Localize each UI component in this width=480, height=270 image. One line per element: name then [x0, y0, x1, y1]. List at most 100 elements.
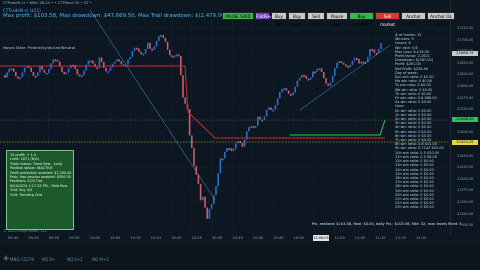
sell-grid-button[interactable]: Sell grid	[307, 12, 325, 27]
renko-brick	[19, 77, 21, 80]
renko-brick	[193, 148, 195, 166]
renko-brick	[89, 60, 92, 63]
renko-brick	[210, 203, 213, 209]
renko-brick	[17, 76, 19, 79]
renko-brick	[296, 80, 299, 87]
renko-brick	[169, 49, 171, 56]
buy-market-button[interactable]: Buy market	[349, 12, 374, 27]
renko-brick	[274, 105, 277, 110]
renko-brick	[103, 62, 105, 68]
renko-brick	[136, 47, 138, 50]
time-tick-label: 10:35	[232, 236, 243, 240]
renko-brick	[206, 207, 208, 219]
tab-nq-m5[interactable]: NQ M+5	[92, 257, 109, 262]
price-tick-label: 21550.00	[457, 107, 474, 112]
renko-brick	[105, 67, 107, 72]
renko-brick	[298, 77, 301, 81]
renko-brick	[213, 195, 215, 204]
time-tick-label: 09:45	[28, 236, 39, 240]
renko-brick	[224, 151, 226, 159]
renko-brick	[331, 75, 334, 83]
renko-brick	[129, 56, 131, 60]
renko-brick	[338, 61, 340, 64]
renko-brick	[353, 57, 356, 61]
renko-brick	[96, 67, 98, 70]
renko-brick	[281, 89, 283, 93]
renko-brick	[334, 68, 336, 76]
time-tick-label: 11:00	[334, 236, 345, 240]
renko-brick	[45, 72, 48, 75]
trend-line	[299, 44, 391, 111]
renko-brick	[305, 75, 307, 79]
time-axis[interactable]: 09:40 09:45 09:50 09:55 10:00 10:05 10:10 10:15…	[0, 235, 450, 245]
flatrev-button[interactable]: FlatRev	[255, 12, 272, 20]
renko-brick	[34, 75, 37, 78]
renko-brick	[356, 57, 358, 60]
sell-market-button[interactable]: Sell market	[375, 12, 400, 27]
renko-brick	[290, 93, 292, 96]
buy-ofs-button[interactable]: Buy Ofs	[271, 12, 287, 27]
renko-brick	[217, 173, 219, 186]
renko-brick	[56, 59, 59, 62]
pause-grid-button[interactable]: PAUSE GRID	[222, 12, 254, 20]
renko-brick	[21, 72, 24, 78]
tab-nq-0[interactable]: NQ 0+	[42, 257, 55, 262]
chart-tab-bar: MNQ-15278 NQ 0+ NQ 0+1 NQ M+5 ➕	[0, 245, 480, 270]
anchor-off-button[interactable]: Anchor OFF	[401, 12, 426, 27]
renko-brick	[48, 68, 50, 73]
renko-brick	[63, 71, 65, 75]
price-tick-label: 21350.00	[457, 200, 474, 204]
renko-brick	[323, 71, 325, 79]
renko-brick	[87, 60, 90, 65]
renko-brick	[243, 139, 246, 147]
time-tick-label: 10:25	[191, 236, 202, 240]
renko-brick	[279, 92, 281, 99]
time-tick-label: 09:50	[48, 236, 60, 240]
renko-brick	[138, 48, 140, 52]
price-tick-label: 21700.00	[457, 37, 474, 42]
price-tick-label: 21400.00	[457, 176, 474, 181]
renko-brick	[257, 116, 259, 126]
renko-brick	[81, 75, 83, 78]
price-tag-green: 21468.00	[452, 117, 478, 122]
pause-exit-button[interactable]: Pause exit	[326, 12, 348, 27]
renko-brick	[23, 67, 26, 73]
time-tick-label: 10:30	[212, 236, 223, 240]
anchor-ol-off-button[interactable]: Anchor OL OFF	[427, 12, 455, 27]
tab-nq-01[interactable]: NQ 0+1	[67, 257, 83, 262]
renko-brick	[371, 49, 373, 52]
renko-brick	[37, 72, 39, 77]
renko-brick	[351, 60, 354, 65]
renko-brick	[276, 98, 279, 106]
renko-brick	[292, 92, 294, 96]
renko-brick	[378, 49, 380, 53]
target-level-line	[290, 119, 386, 136]
price-tick-label: 21500.00	[457, 130, 474, 135]
renko-brick	[204, 196, 206, 208]
renko-brick	[362, 61, 365, 64]
renko-brick	[283, 88, 285, 91]
time-tick-label: 10:40	[252, 236, 264, 240]
time-tick-label: 11:10	[375, 236, 386, 240]
renko-brick	[61, 66, 63, 72]
buy-grid-button[interactable]: Buy grid	[288, 12, 306, 27]
renko-brick	[173, 55, 175, 58]
crosshair-time-label: 12:08:05	[313, 235, 329, 241]
renko-brick	[303, 74, 305, 77]
renko-brick	[320, 68, 323, 72]
renko-brick	[116, 59, 118, 62]
renko-brick	[114, 61, 116, 64]
renko-brick	[230, 148, 233, 151]
tab-mnq[interactable]: MNQ-15278	[10, 257, 34, 262]
renko-brick	[329, 82, 332, 86]
renko-brick	[54, 59, 57, 62]
renko-brick	[94, 63, 96, 68]
add-tab-icon[interactable]: ➕	[3, 256, 9, 262]
renko-brick	[43, 69, 46, 73]
renko-brick	[232, 148, 235, 151]
renko-brick	[184, 97, 186, 104]
renko-brick	[349, 64, 351, 68]
renko-brick	[78, 74, 81, 77]
time-tick-label: 10:45	[273, 236, 284, 240]
renko-brick	[70, 64, 72, 69]
